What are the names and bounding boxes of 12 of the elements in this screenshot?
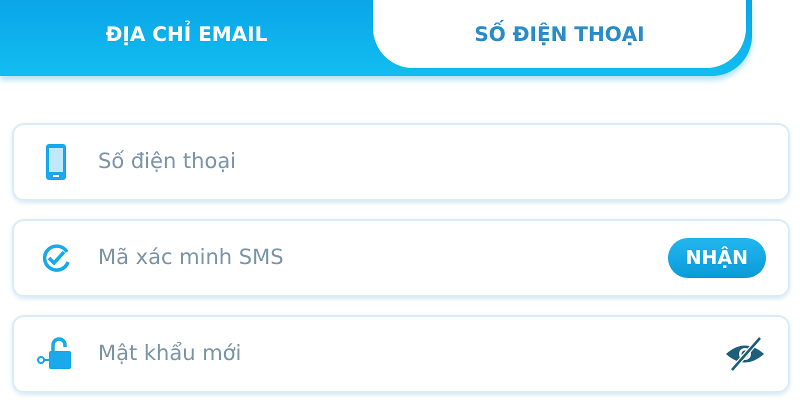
text-input[interactable]: Mã xác minh SMS [96, 241, 668, 275]
text-input[interactable]: Mật khẩu mới [96, 337, 724, 371]
check-circle-icon [41, 243, 71, 273]
phone-icon [45, 143, 67, 181]
input-field[interactable]: Số điện thoại [12, 123, 790, 201]
hidden-eye-icon[interactable] [724, 337, 766, 371]
input-field[interactable]: Mật khẩu mới [12, 315, 790, 393]
get-code-button[interactable]: NHẬN [668, 238, 766, 278]
tab[interactable]: ĐỊA CHỈ EMAIL [0, 0, 373, 68]
text-input[interactable]: Số điện thoại [96, 145, 766, 179]
input-field[interactable]: Mã xác minh SMS NHẬN [12, 219, 790, 297]
tab[interactable]: SỐ ĐIỆN THOẠI [373, 0, 746, 68]
